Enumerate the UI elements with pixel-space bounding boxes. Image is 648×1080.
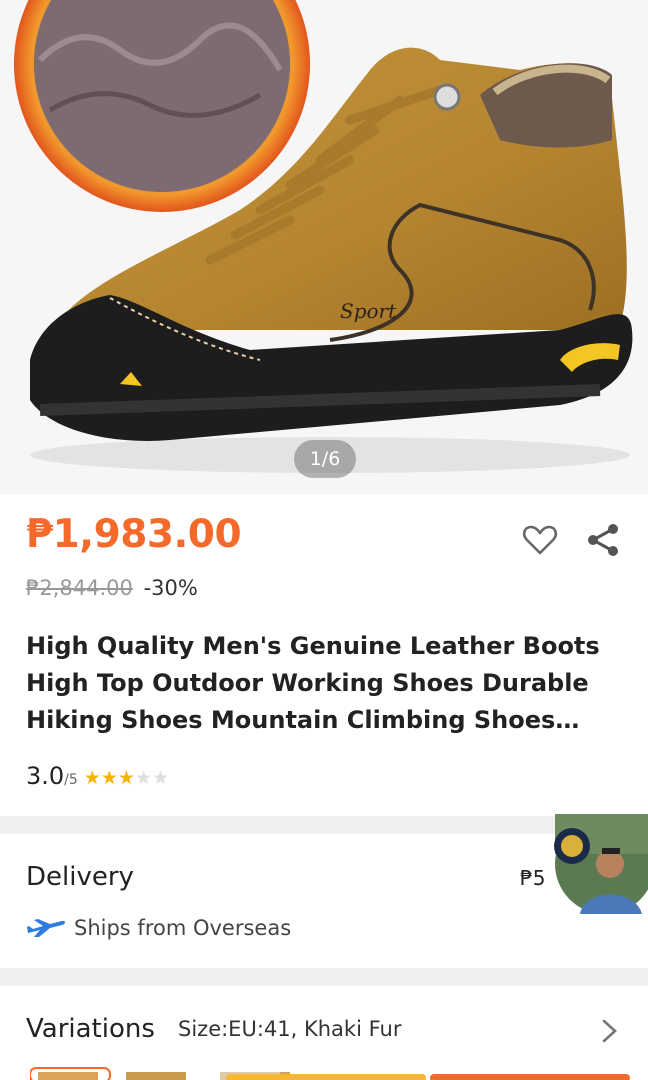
star-filled-icon: ★ <box>100 767 118 789</box>
airplane-icon <box>27 919 65 937</box>
heart-icon <box>522 525 558 555</box>
variations-section[interactable]: Variations Size:EU:41, Khaki Fur <box>0 986 648 1080</box>
star-filled-icon: ★ <box>117 767 135 789</box>
avatar <box>551 810 648 918</box>
current-price: ₱1,983.00 <box>26 512 242 557</box>
boot-logo-text: Sport <box>340 299 397 323</box>
rating-value: 3.0 <box>26 762 65 790</box>
image-counter: 1/6 <box>294 440 356 478</box>
product-image-gallery[interactable]: Sport 1/6 <box>0 0 648 494</box>
star-empty-icon: ★ <box>134 767 152 789</box>
selected-variation: Size:EU:41, Khaki Fur <box>178 1017 402 1041</box>
rating-stars: ★★★★★ <box>84 767 169 789</box>
product-title: High Quality Men's Genuine Leather Boots… <box>26 632 600 734</box>
delivery-title: Delivery <box>26 862 134 892</box>
original-price: ₱2,844.00 <box>26 576 133 600</box>
chevron-right-icon <box>602 1019 617 1043</box>
share-icon <box>588 524 618 556</box>
star-empty-icon: ★ <box>151 767 170 789</box>
variations-title: Variations <box>26 1014 155 1044</box>
product-rating[interactable]: 3.0 /5 ★★★★★ <box>26 762 169 790</box>
share-button[interactable] <box>584 520 624 560</box>
product-image: Sport <box>14 0 633 473</box>
original-price-row: ₱2,844.00 -30% <box>26 576 198 600</box>
rating-max: /5 <box>64 772 78 788</box>
ships-from-text: Ships from Overseas <box>74 916 292 940</box>
floating-avatar-button[interactable] <box>550 808 648 920</box>
ships-from-row: Ships from Overseas <box>26 916 291 940</box>
variation-thumbnails[interactable] <box>30 1064 630 1080</box>
product-info-card: ₱1,983.00 ₱2,844.00 -30% High Quality Me… <box>0 494 648 816</box>
wishlist-button[interactable] <box>520 520 560 560</box>
star-filled-icon: ★ <box>83 767 101 789</box>
discount-badge: -30% <box>143 576 198 600</box>
